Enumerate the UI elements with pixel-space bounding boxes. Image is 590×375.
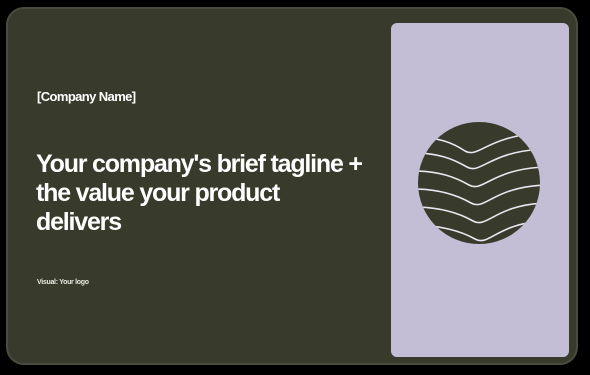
logo-panel xyxy=(391,23,569,357)
logo-label: Visual: Your logo xyxy=(37,279,89,286)
company-name: [Company Name] xyxy=(37,89,136,104)
business-card: [Company Name] Your company's brief tagl… xyxy=(6,7,578,365)
tagline: Your company's brief tagline + the value… xyxy=(36,150,363,236)
wave-circle-icon xyxy=(418,122,540,244)
